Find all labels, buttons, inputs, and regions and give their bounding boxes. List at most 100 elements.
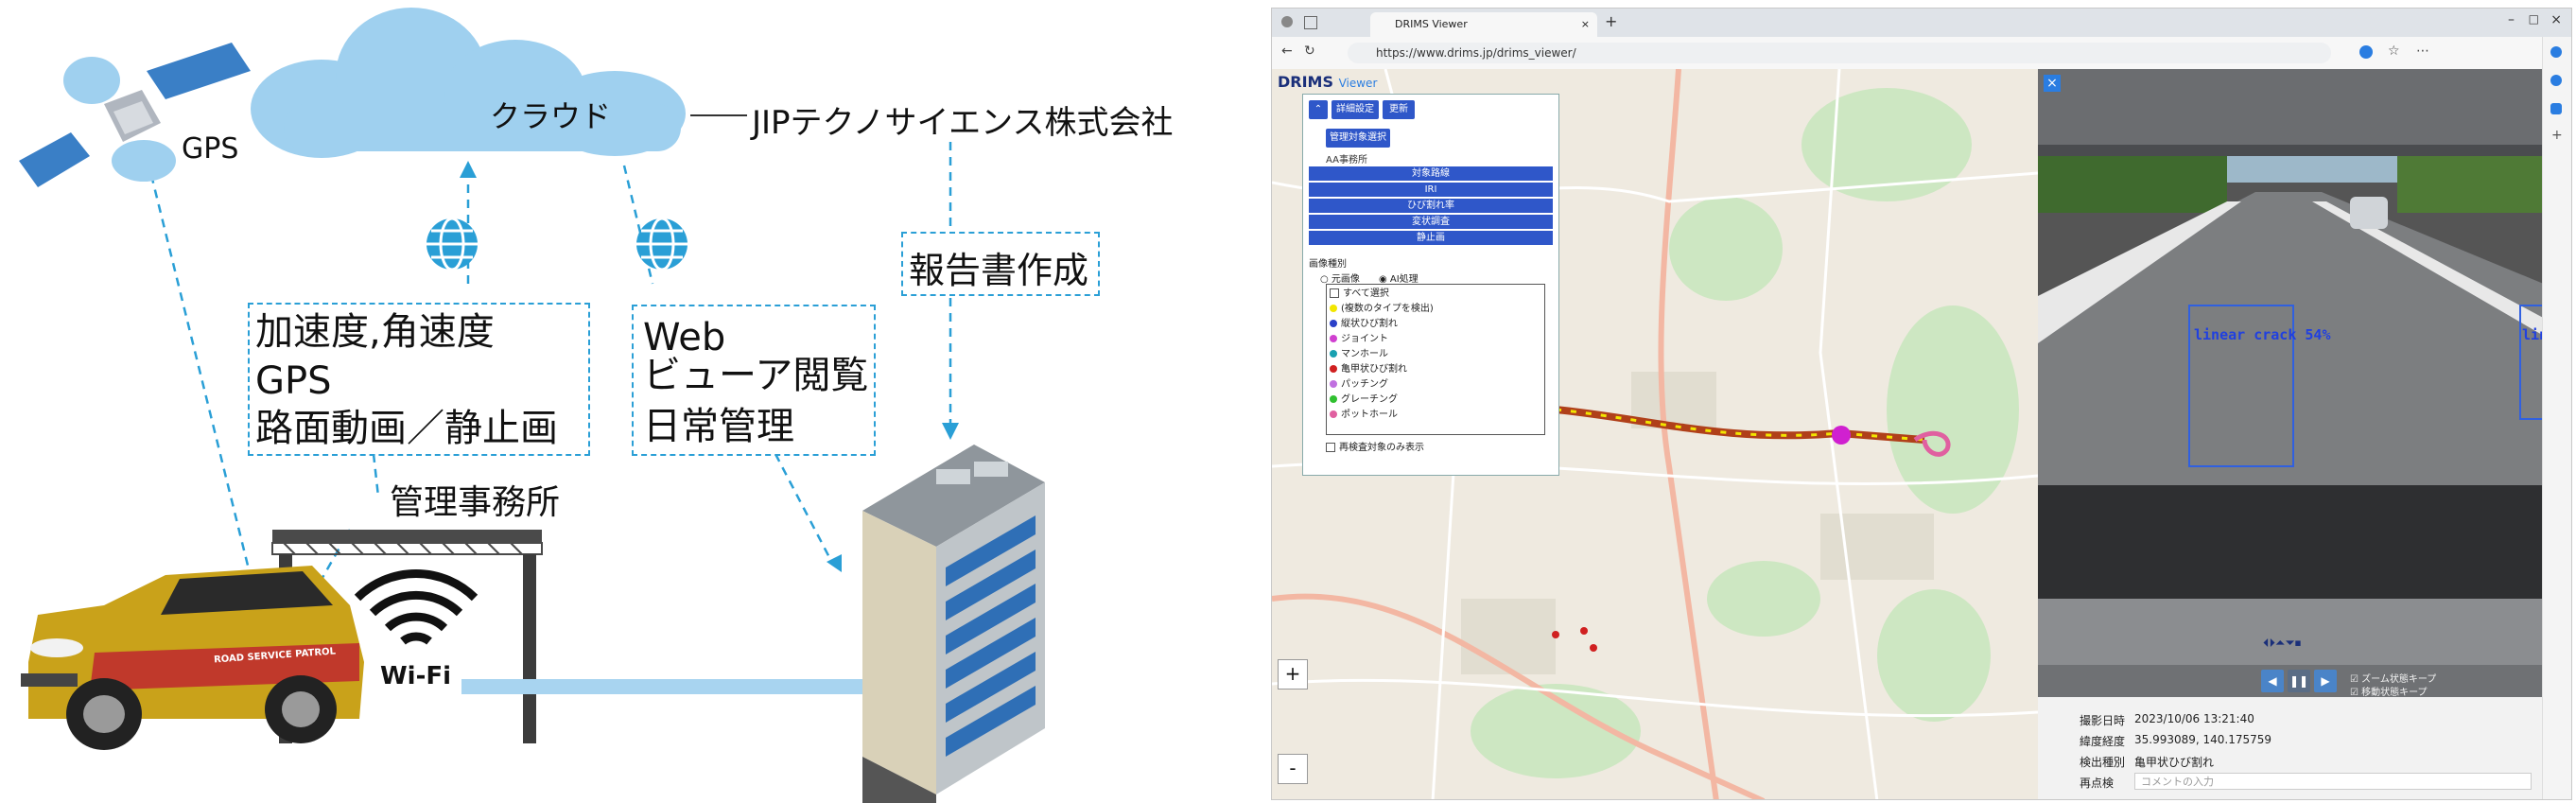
wifi-icon [354,568,479,645]
row-label: IRI [1424,184,1437,195]
system-diagram: GPS クラウド JIPテクノサイエンス株式会社 報告書作成 加速度,角速度 G… [0,0,1229,803]
damage-option-alligator[interactable]: 亀甲状ひび割れ [1330,363,1407,376]
image-type-ai[interactable]: ◉ AI処理 [1379,271,1419,285]
back-icon[interactable]: ← [1281,44,1293,59]
option-label: 亀甲状ひび割れ [1341,364,1407,375]
recheck-only-toggle[interactable]: 再検査対象のみ表示 [1326,439,1424,453]
row-label: 静止画 [1417,233,1445,243]
url-field[interactable]: https://www.drims.jp/drims_viewer/ [1348,43,2331,63]
row-target-route[interactable]: 対象路線 [1309,166,1553,181]
option-label: ポットホール [1341,410,1398,420]
upload-data-box: 加速度,角速度 GPS 路面動画／静止画 [248,303,590,456]
drims-viewer-screenshot: DRIMS Viewer × + – □ × ← ↻ https://www.d… [1271,8,2572,800]
row-still-image[interactable]: 静止画 [1309,231,1553,245]
option-label: グレーチング [1341,394,1398,405]
company-label: JIPテクノサイエンス株式会社 [752,104,1174,142]
tab-drims-viewer[interactable]: DRIMS Viewer × [1370,12,1597,37]
option-label: ジョイント [1341,334,1388,344]
option-label: 縦状ひび割れ [1341,319,1398,329]
damage-option-grating[interactable]: グレーチング [1330,393,1398,407]
next-button[interactable]: ▶ [2314,670,2337,692]
office-label: 管理事務所 [390,483,561,522]
keep-zoom-check[interactable]: ☑ ズーム状態キープ [2350,671,2436,685]
damage-option-joint[interactable]: ジョイント [1330,333,1388,346]
favorites-icon[interactable]: ☆ [2388,44,2400,59]
survey-route [1555,406,1925,444]
image-type-original[interactable]: ○ 元画像 [1320,271,1360,285]
map-view[interactable]: DRIMS Viewer ⌃ 詳細設定 更新 管理対象選択 AA事務所 対象路線… [1272,69,2038,799]
damage-option-linear[interactable]: 縦状ひび割れ [1330,318,1398,331]
menu-icon[interactable]: ⋯ [2416,44,2429,59]
info-label-datetime: 撮影日時 [2080,714,2126,727]
row-crack-rate[interactable]: ひび割れ率 [1309,199,1553,213]
edge-extension-icon[interactable] [2359,45,2373,59]
report-label: 報告書作成 [909,250,1089,291]
copilot-icon[interactable] [2550,46,2562,58]
browser-tab-bar: DRIMS Viewer × + – □ × [1272,9,2571,37]
browser-sidebar: + [2542,37,2571,799]
office-link-line [372,453,380,498]
damage-option-all[interactable]: すべて選択 [1330,288,1389,301]
new-tab-icon[interactable]: + [1605,12,1617,30]
drims-logo: DRIMS Viewer [1278,73,1377,91]
sidebar-add-icon[interactable]: + [2551,128,2563,143]
sidebar-app-icon[interactable] [2550,75,2562,86]
upload-line-video: 路面動画／静止画 [255,407,558,450]
logo-sub: Viewer [1338,77,1378,90]
zoom-in-button[interactable]: + [1278,659,1308,690]
row-label: 変状調査 [1412,217,1450,227]
pause-button[interactable]: ❚❚ [2288,670,2310,692]
globe-icon-upload [426,217,478,271]
cloud-icon [251,8,686,158]
row-deformation[interactable]: 変状調査 [1309,215,1553,229]
keep-move-check[interactable]: ☑ 移動状態キープ [2350,684,2428,698]
sidebar-outlook-icon[interactable] [2550,103,2562,114]
prev-button[interactable]: ◀ [2261,670,2284,692]
reload-icon[interactable]: ↻ [1304,44,1315,59]
globe-icon-web [636,217,688,271]
close-window-icon[interactable]: × [2550,12,2562,27]
info-label-type: 検出種別 [2080,756,2126,769]
minimize-icon[interactable]: – [2508,12,2515,27]
maximize-icon[interactable]: □ [2529,12,2539,26]
tab-close-icon[interactable]: × [1581,12,1590,37]
tab-title: DRIMS Viewer [1395,18,1468,30]
refresh-button[interactable]: 更新 [1383,100,1415,119]
zoom-out-button[interactable]: - [1278,754,1308,784]
office-select-button[interactable]: 管理対象選択 [1326,129,1390,148]
image-type-label: 画像種別 [1309,259,1347,270]
office-name: AA事務所 [1326,155,1367,166]
address-bar: ← ↻ https://www.drims.jp/drims_viewer/ ☆… [1272,37,2571,70]
wifi-label: Wi-Fi [380,662,452,690]
close-image-icon[interactable]: × [2044,75,2061,92]
damage-option-pothole[interactable]: ポットホール [1330,409,1398,422]
report-box: 報告書作成 [901,232,1100,296]
option-label: パッチング [1341,379,1388,390]
report-arrow-icon [942,423,959,440]
option-label: (複数のタイプを検出) [1341,304,1434,314]
web-arrow-icon [827,554,842,572]
detail-settings-button[interactable]: 詳細設定 [1332,100,1379,119]
info-value-type: 亀甲状ひび割れ [2134,756,2215,769]
office-building-icon [862,445,1045,803]
comment-input[interactable]: コメントの入力 [2134,773,2532,790]
workspaces-icon[interactable] [1304,16,1317,29]
gps-link-line [149,174,252,578]
info-value-latlng: 35.993089, 140.175759 [2134,733,2272,746]
damage-option-multi[interactable]: (複数のタイプを検出) [1330,303,1434,316]
info-label-recheck: 再点検 [2080,777,2115,790]
collapse-panel-icon[interactable]: ⌃ [1309,100,1328,119]
info-value-datetime: 2023/10/06 13:21:40 [2134,712,2254,725]
cloud-label: クラウド [490,98,612,134]
damage-option-patching[interactable]: パッチング [1330,378,1388,392]
control-panel: ⌃ 詳細設定 更新 管理対象選択 AA事務所 対象路線 IRI ひび割れ率 変状… [1302,94,1559,476]
upload-line-accel: 加速度,角速度 [255,310,495,354]
step-controls[interactable]: ⏴⏵⏶⏷⏹ [2263,637,2301,651]
web-line-daily: 日常管理 [643,405,794,448]
profile-icon[interactable] [1281,16,1293,27]
upload-line-gps: GPS [255,359,332,403]
web-view-box: Web ビューア閲覧 日常管理 [632,305,876,456]
row-iri[interactable]: IRI [1309,183,1553,197]
row-label: ひび割れ率 [1407,201,1454,211]
damage-option-manhole[interactable]: マンホール [1330,348,1388,361]
